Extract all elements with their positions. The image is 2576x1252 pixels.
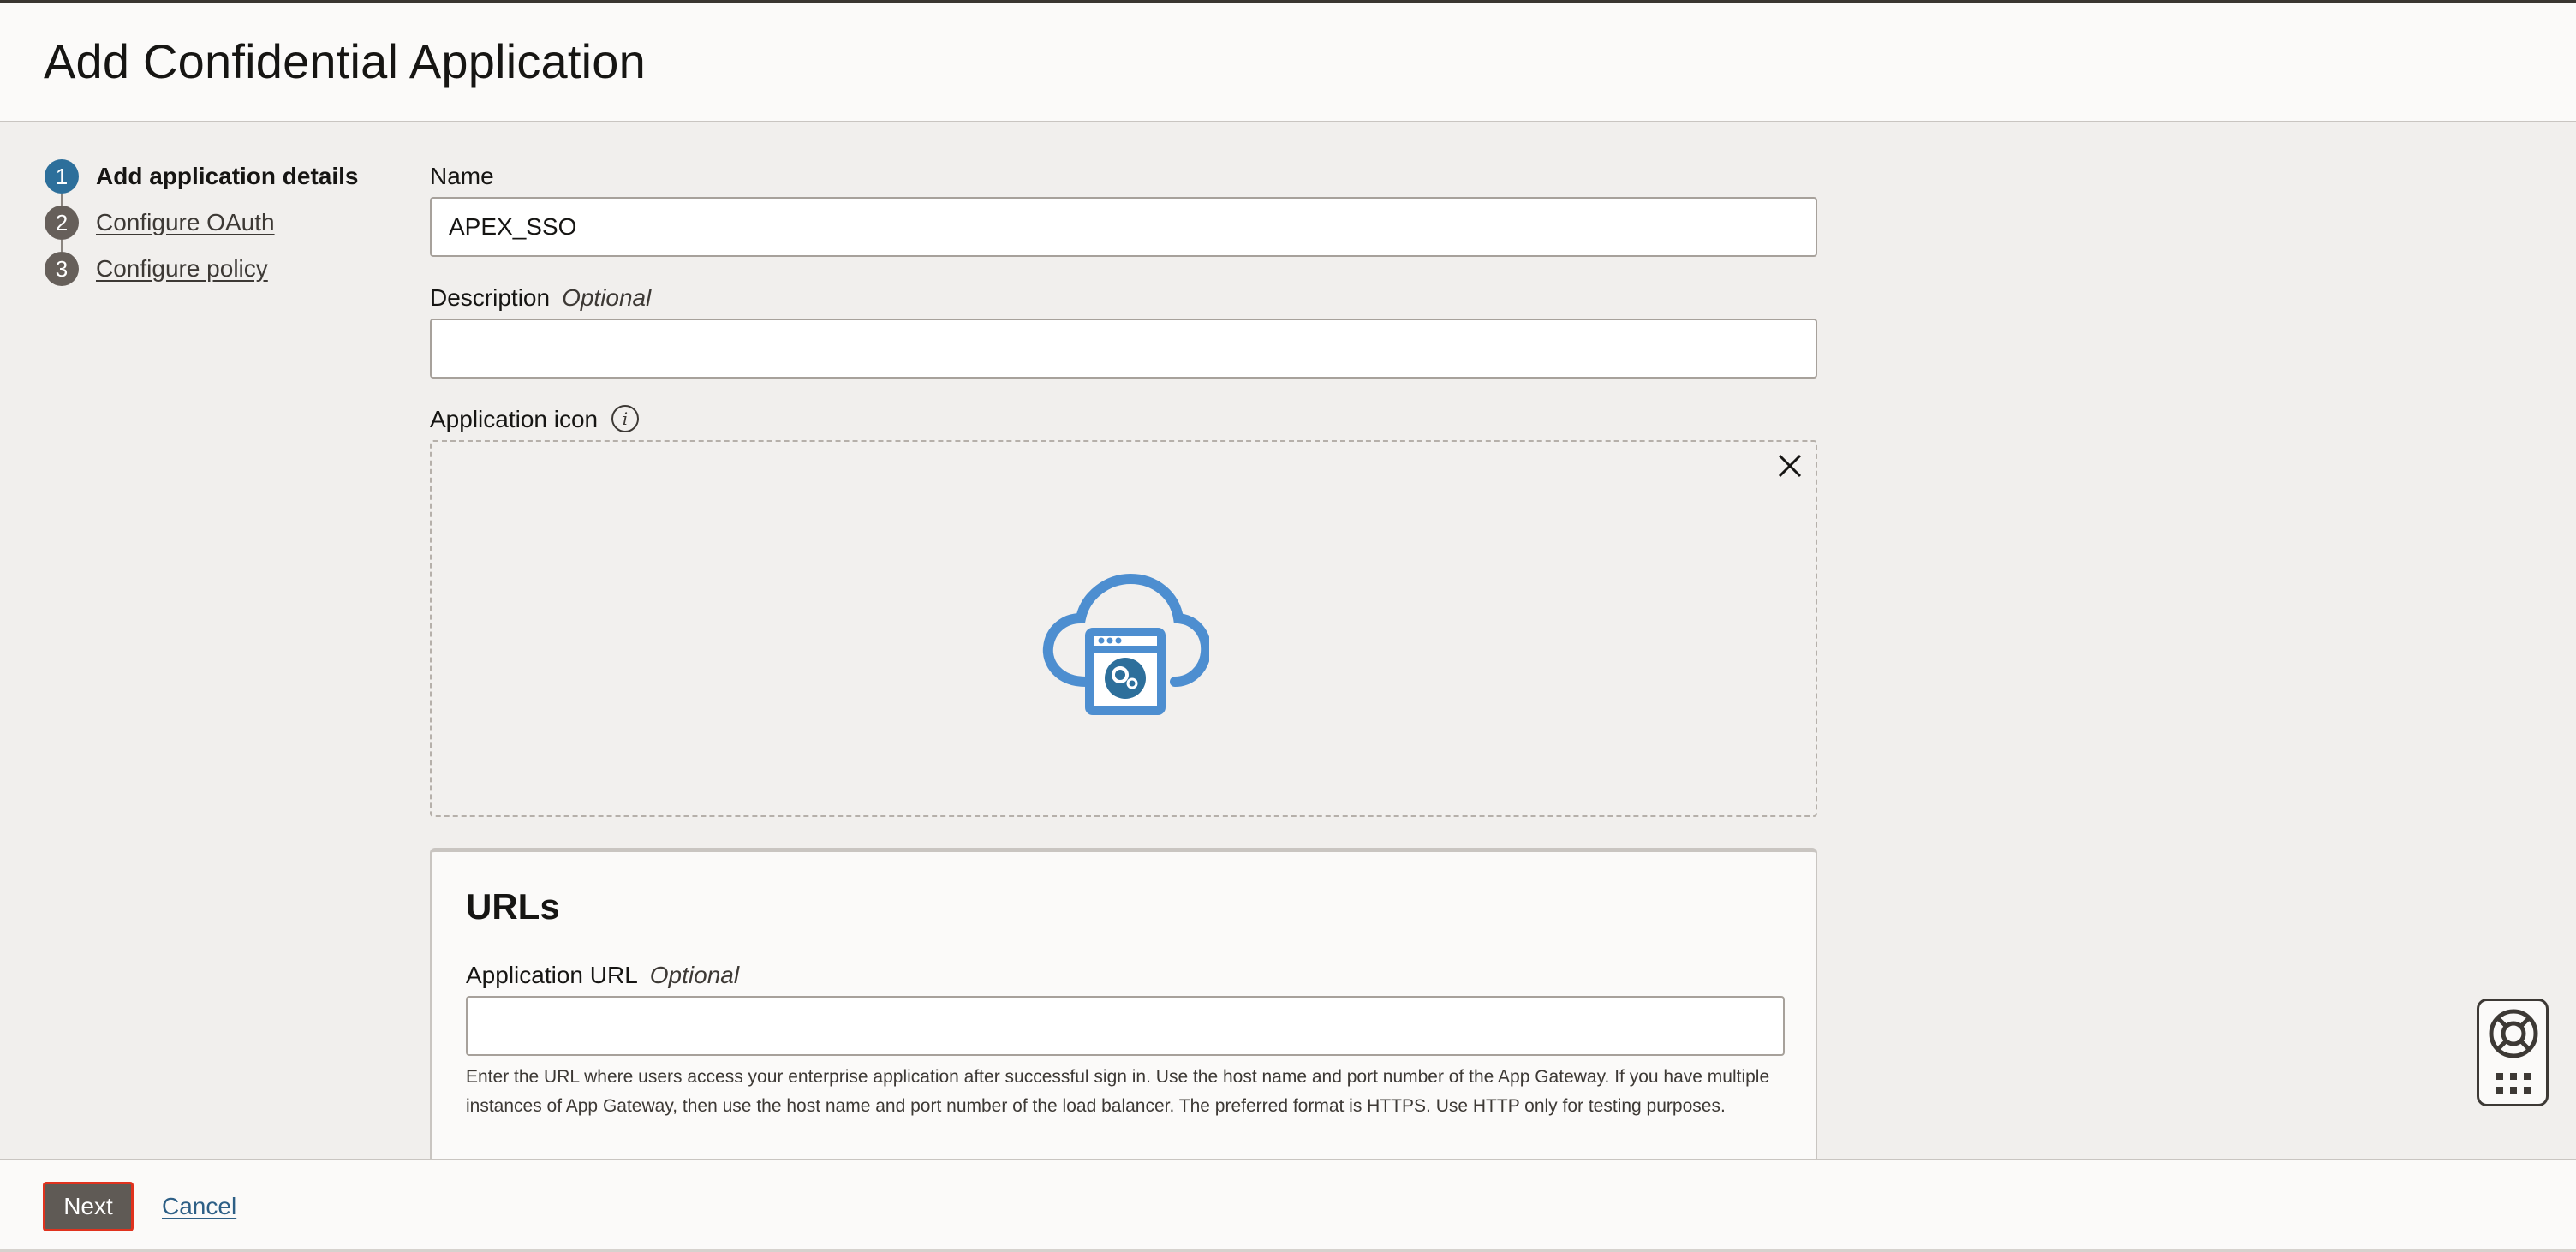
page-footer: Next Cancel [0,1159,2576,1252]
name-input[interactable]: APEX_SSO [430,197,1817,257]
lifebuoy-icon[interactable] [2488,1008,2539,1059]
description-label-text: Description [430,284,551,311]
page-title: Add Confidential Application [44,34,646,88]
step-add-application-details[interactable]: 1 Add application details [45,158,358,195]
description-optional-hint: Optional [562,284,652,311]
urls-section-title: URLs [466,886,560,927]
step-label-configure-oauth[interactable]: Configure OAuth [96,209,275,236]
info-icon[interactable]: i [611,405,639,432]
next-button[interactable]: Next [43,1182,134,1231]
step-configure-oauth[interactable]: 2 Configure OAuth [45,204,275,241]
application-url-input[interactable] [466,996,1785,1056]
cancel-link[interactable]: Cancel [162,1193,236,1220]
description-label: Description Optional [430,284,651,312]
application-url-help-text: Enter the URL where users access your en… [466,1067,1770,1116]
step-configure-policy[interactable]: 3 Configure policy [45,250,268,288]
name-input-value: APEX_SSO [449,213,577,240]
application-url-label: Application URL Optional [466,962,739,989]
bottom-border [0,1249,2576,1252]
application-icon-label: Application icon [430,406,599,432]
step-number-3: 3 [45,252,79,286]
help-widget[interactable] [2477,999,2549,1106]
step-label-configure-policy[interactable]: Configure policy [96,255,268,283]
cloud-app-icon [1042,573,1209,715]
application-icon-dropzone[interactable] [430,440,1817,817]
name-label: Name [430,163,494,189]
grid-menu-icon[interactable] [2496,1073,2531,1095]
step-label-add-application-details: Add application details [96,163,359,189]
step-number-1: 1 [45,159,79,194]
close-icon[interactable] [1774,450,1805,481]
urls-section: URLs Application URL Optional Enter the U… [430,848,1817,1190]
application-url-optional-hint: Optional [649,962,740,988]
description-input[interactable] [430,319,1817,379]
page-header: Add Confidential Application [0,3,2576,122]
application-url-label-text: Application URL [466,962,638,988]
step-number-2: 2 [45,206,79,240]
